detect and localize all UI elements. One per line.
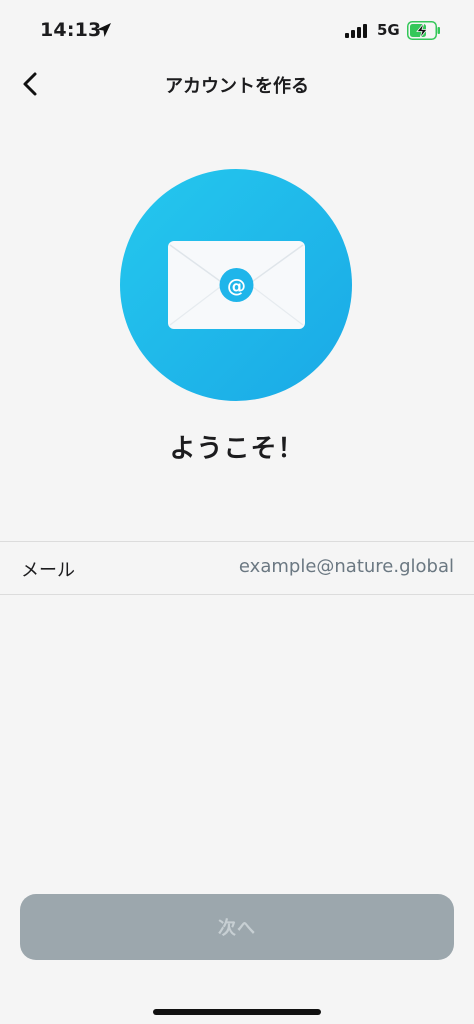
status-bar: 14:13 5G (0, 0, 474, 60)
page-title: アカウントを作る (165, 76, 309, 97)
status-time: 14:13 (40, 19, 102, 41)
hero-circle: @ (120, 169, 352, 401)
next-button-label: 次へ (218, 918, 256, 939)
next-button[interactable]: 次へ (20, 894, 454, 960)
battery-charging-icon (407, 21, 440, 40)
email-row: メール example@nature.global (0, 541, 474, 595)
email-label: メール (21, 560, 75, 581)
network-type: 5G (377, 21, 400, 39)
envelope-at-icon: @ (168, 241, 305, 329)
home-indicator[interactable] (153, 1009, 321, 1015)
email-value: example@nature.global (238, 556, 454, 577)
welcome-heading: ようこそ！ (169, 434, 305, 464)
nav-bar: アカウントを作る (0, 60, 474, 108)
svg-text:@: @ (227, 275, 246, 297)
location-arrow-icon (97, 23, 111, 37)
signal-icon (345, 24, 367, 38)
